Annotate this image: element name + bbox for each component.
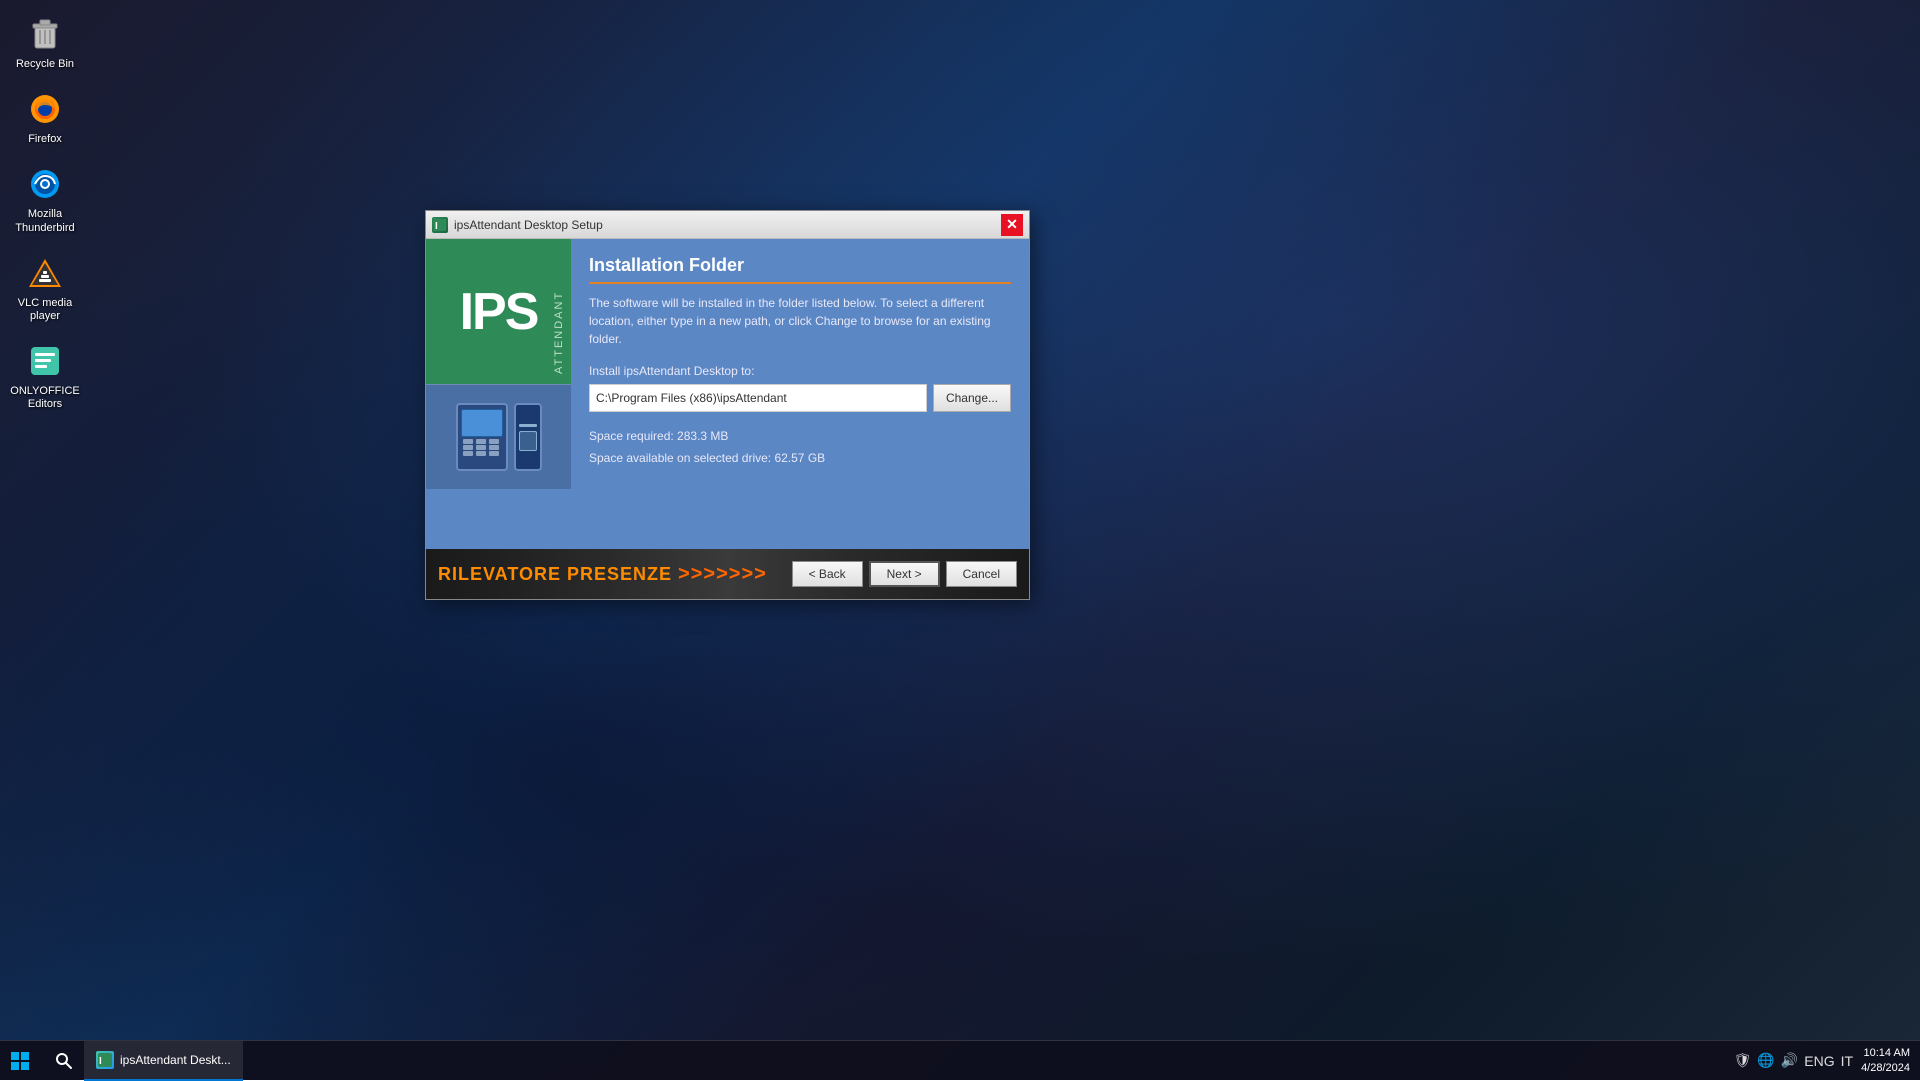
language-indicator[interactable]: ENG [1804,1053,1834,1069]
footer-brand-label: RILEVATORE PRESENZE [438,564,672,585]
footer-chevrons: >>>>>>> [678,563,767,586]
svg-text:I: I [435,221,438,231]
dialog-close-button[interactable]: ✕ [1001,214,1023,236]
space-required-text: Space required: 283.3 MB [589,426,1011,448]
install-label: Install ipsAttendant Desktop to: [589,364,1011,378]
clock-time: 10:14 AM [1861,1046,1910,1060]
dialog-right-panel: Installation Folder The software will be… [571,239,1029,549]
dialog-content: IPS ATTENDANT [426,239,1029,599]
taskbar-app-label: ipsAttendant Deskt... [120,1053,231,1067]
taskbar: I ipsAttendant Deskt... 🛡 🌐 🔊 ENG IT 10:… [0,1040,1920,1080]
dialog-left-panel: IPS ATTENDANT [426,239,571,549]
install-path-row: Change... [589,384,1011,412]
taskbar-search-button[interactable] [44,1041,84,1081]
dialog-title-text: ipsAttendant Desktop Setup [454,218,1001,232]
space-info: Space required: 283.3 MB Space available… [589,426,1011,469]
device-image-box [426,384,571,489]
clock-date: 4/28/2024 [1861,1061,1910,1075]
next-button[interactable]: Next > [869,561,940,587]
dialog-title-icon: I [432,217,448,233]
taskbar-clock[interactable]: 10:14 AM 4/28/2024 [1861,1046,1910,1075]
footer-buttons: < Back Next > Cancel [792,561,1017,587]
network-icon[interactable]: 🌐 [1757,1052,1774,1069]
device-illustration [456,403,542,471]
search-icon [55,1052,73,1070]
dialog-main: IPS ATTENDANT [426,239,1029,549]
footer-brand-text: RILEVATORE PRESENZE >>>>>>> [438,563,784,586]
install-path-input[interactable] [589,384,927,412]
desktop: Recycle Bin Firefox [0,0,1920,1080]
cancel-button[interactable]: Cancel [946,561,1017,587]
section-description: The software will be installed in the fo… [589,294,1011,348]
app-icon-small: I [98,1053,112,1067]
modal-overlay: I ipsAttendant Desktop Setup ✕ IPS ATTEN… [0,0,1920,1080]
keyboard-layout-indicator[interactable]: IT [1841,1053,1853,1069]
svg-text:I: I [99,1056,102,1067]
tray-icons: 🛡 🌐 🔊 ENG IT [1734,1052,1853,1069]
back-button[interactable]: < Back [792,561,863,587]
taskbar-app-ipsattendant[interactable]: I ipsAttendant Deskt... [84,1041,243,1081]
volume-icon[interactable]: 🔊 [1781,1052,1798,1069]
taskbar-system-tray: 🛡 🌐 🔊 ENG IT 10:14 AM 4/28/2024 [1734,1046,1920,1075]
section-title: Installation Folder [589,255,1011,284]
terminal-device [456,403,508,471]
footer-brand: RILEVATORE PRESENZE >>>>>>> [438,563,784,586]
terminal-keypad [463,439,501,456]
ips-logo-box: IPS ATTENDANT [426,239,571,384]
card-reader-device [514,403,542,471]
dialog-footer: RILEVATORE PRESENZE >>>>>>> < Back Next … [426,549,1029,599]
setup-dialog: I ipsAttendant Desktop Setup ✕ IPS ATTEN… [425,210,1030,600]
change-button[interactable]: Change... [933,384,1011,412]
terminal-screen [461,409,503,437]
start-button[interactable] [0,1041,40,1081]
windows-logo-icon [10,1051,30,1071]
ips-attendant-label: ATTENDANT [553,249,565,374]
shield-icon[interactable]: 🛡 [1734,1052,1752,1069]
ips-logo: IPS [460,286,538,338]
dialog-titlebar[interactable]: I ipsAttendant Desktop Setup ✕ [426,211,1029,239]
taskbar-app-icon: I [96,1051,114,1069]
space-available-text: Space available on selected drive: 62.57… [589,448,1011,470]
